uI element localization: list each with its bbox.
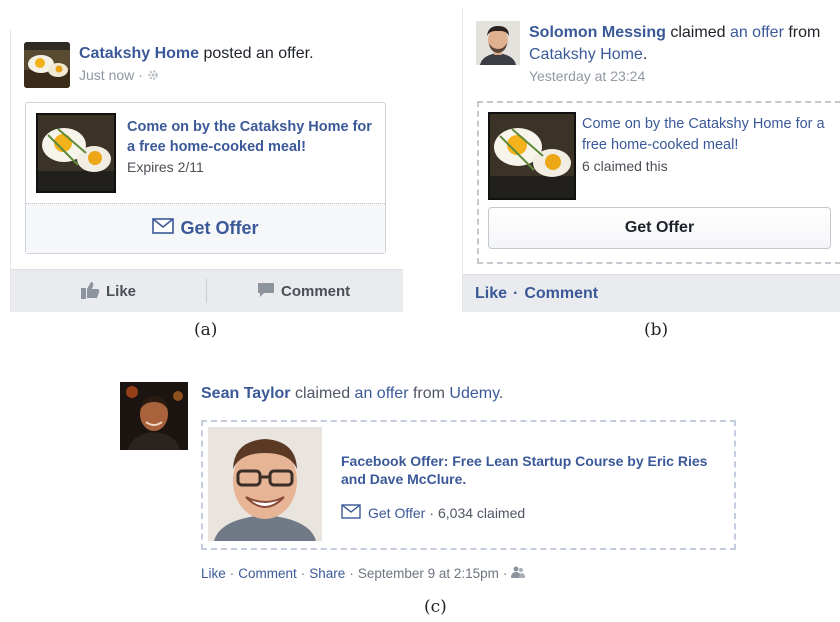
page-name-link[interactable]: Catakshy Home <box>529 46 643 63</box>
offer-title[interactable]: Come on by the Catakshy Home for a free … <box>582 114 832 156</box>
like-link[interactable]: Like <box>201 566 226 581</box>
user-avatar[interactable] <box>120 382 188 450</box>
timestamp-text[interactable]: Just now <box>79 67 134 83</box>
story-card-b: Solomon Messing claimed an offer from Ca… <box>462 8 840 312</box>
action-bar: Like Comment <box>11 269 403 312</box>
claimed-count: 6 claimed this <box>582 158 668 174</box>
comment-label: Comment <box>281 283 351 300</box>
offer-thumbnail[interactable] <box>208 427 322 541</box>
like-label: Like <box>106 283 137 300</box>
story-headline: Sean Taylor claimed an offer from Udemy. <box>201 385 503 403</box>
offer-meta: Get Offer · 6,034 claimed <box>341 504 525 522</box>
gear-icon[interactable] <box>147 68 159 80</box>
like-button[interactable]: Like <box>81 270 136 313</box>
offer-attachment: Come on by the Catakshy Home for a free … <box>25 102 386 254</box>
meta-separator: · <box>429 505 434 521</box>
poster-name-link[interactable]: Catakshy Home <box>79 45 199 62</box>
get-offer-label: Get Offer <box>180 218 259 238</box>
footer-separator: · <box>349 566 354 581</box>
comment-bubble-icon <box>257 282 281 302</box>
post-timestamp[interactable]: Yesterday at 23:24 <box>529 68 645 84</box>
offer-title[interactable]: Facebook Offer: Free Lean Startup Course… <box>341 452 726 488</box>
thumbs-up-icon <box>81 281 106 303</box>
claimed-count: 6,034 claimed <box>438 505 526 521</box>
action-divider <box>206 279 207 303</box>
user-avatar[interactable] <box>476 21 520 65</box>
post-timestamp[interactable]: September 9 at 2:15pm <box>358 566 499 581</box>
comment-link[interactable]: Comment <box>524 285 598 303</box>
friends-icon[interactable] <box>511 566 526 581</box>
page-avatar[interactable] <box>24 42 70 88</box>
from-text: from <box>408 385 450 402</box>
page-name-link[interactable]: Udemy <box>449 385 499 402</box>
offer-link[interactable]: an offer <box>355 385 409 402</box>
story-headline: Solomon Messing claimed an offer from Ca… <box>529 22 840 66</box>
offer-thumbnail[interactable] <box>36 113 116 193</box>
comment-link[interactable]: Comment <box>238 566 297 581</box>
story-card-c: Sean Taylor claimed an offer from Udemy.… <box>118 378 748 588</box>
get-offer-button[interactable]: Get Offer <box>26 203 385 253</box>
caption-c: (c) <box>424 597 447 617</box>
post-timestamp: Just now · <box>79 67 159 83</box>
offer-title[interactable]: Come on by the Catakshy Home for a free … <box>127 117 377 157</box>
actor-name-link[interactable]: Solomon Messing <box>529 24 666 41</box>
offer-link[interactable]: an offer <box>730 24 784 41</box>
story-headline: Catakshy Home posted an offer. <box>79 45 314 63</box>
offer-expiry: Expires 2/11 <box>127 159 204 175</box>
period-text: . <box>498 385 504 402</box>
comment-button[interactable]: Comment <box>257 270 350 313</box>
claimed-text: claimed <box>665 24 730 41</box>
claimed-text: claimed <box>290 385 355 402</box>
headline-text: posted an offer. <box>199 45 314 62</box>
action-bar: Like · Comment <box>463 274 840 312</box>
footer-separator: · <box>229 566 235 581</box>
envelope-icon <box>341 504 368 522</box>
get-offer-label: Get Offer <box>624 219 695 236</box>
story-footer: Like · Comment · Share · September 9 at … <box>201 566 526 581</box>
footer-separator: · <box>300 566 306 581</box>
offer-attachment: Facebook Offer: Free Lean Startup Course… <box>201 420 736 550</box>
footer-separator: · <box>502 566 508 581</box>
get-offer-button[interactable]: Get Offer <box>488 207 831 249</box>
get-offer-link[interactable]: Get Offer <box>368 505 425 521</box>
share-link[interactable]: Share <box>309 566 345 581</box>
actor-name-link[interactable]: Sean Taylor <box>201 385 291 402</box>
caption-a: (a) <box>194 320 218 340</box>
story-card-a: Catakshy Home posted an offer. Just now … <box>10 30 403 312</box>
like-link[interactable]: Like <box>475 285 507 303</box>
envelope-icon <box>152 218 180 239</box>
period-text: . <box>642 46 648 63</box>
caption-b: (b) <box>644 320 669 340</box>
action-separator: · <box>513 284 519 302</box>
offer-attachment: Come on by the Catakshy Home for a free … <box>477 101 840 264</box>
offer-thumbnail[interactable] <box>488 112 576 200</box>
from-text: from <box>783 24 821 41</box>
